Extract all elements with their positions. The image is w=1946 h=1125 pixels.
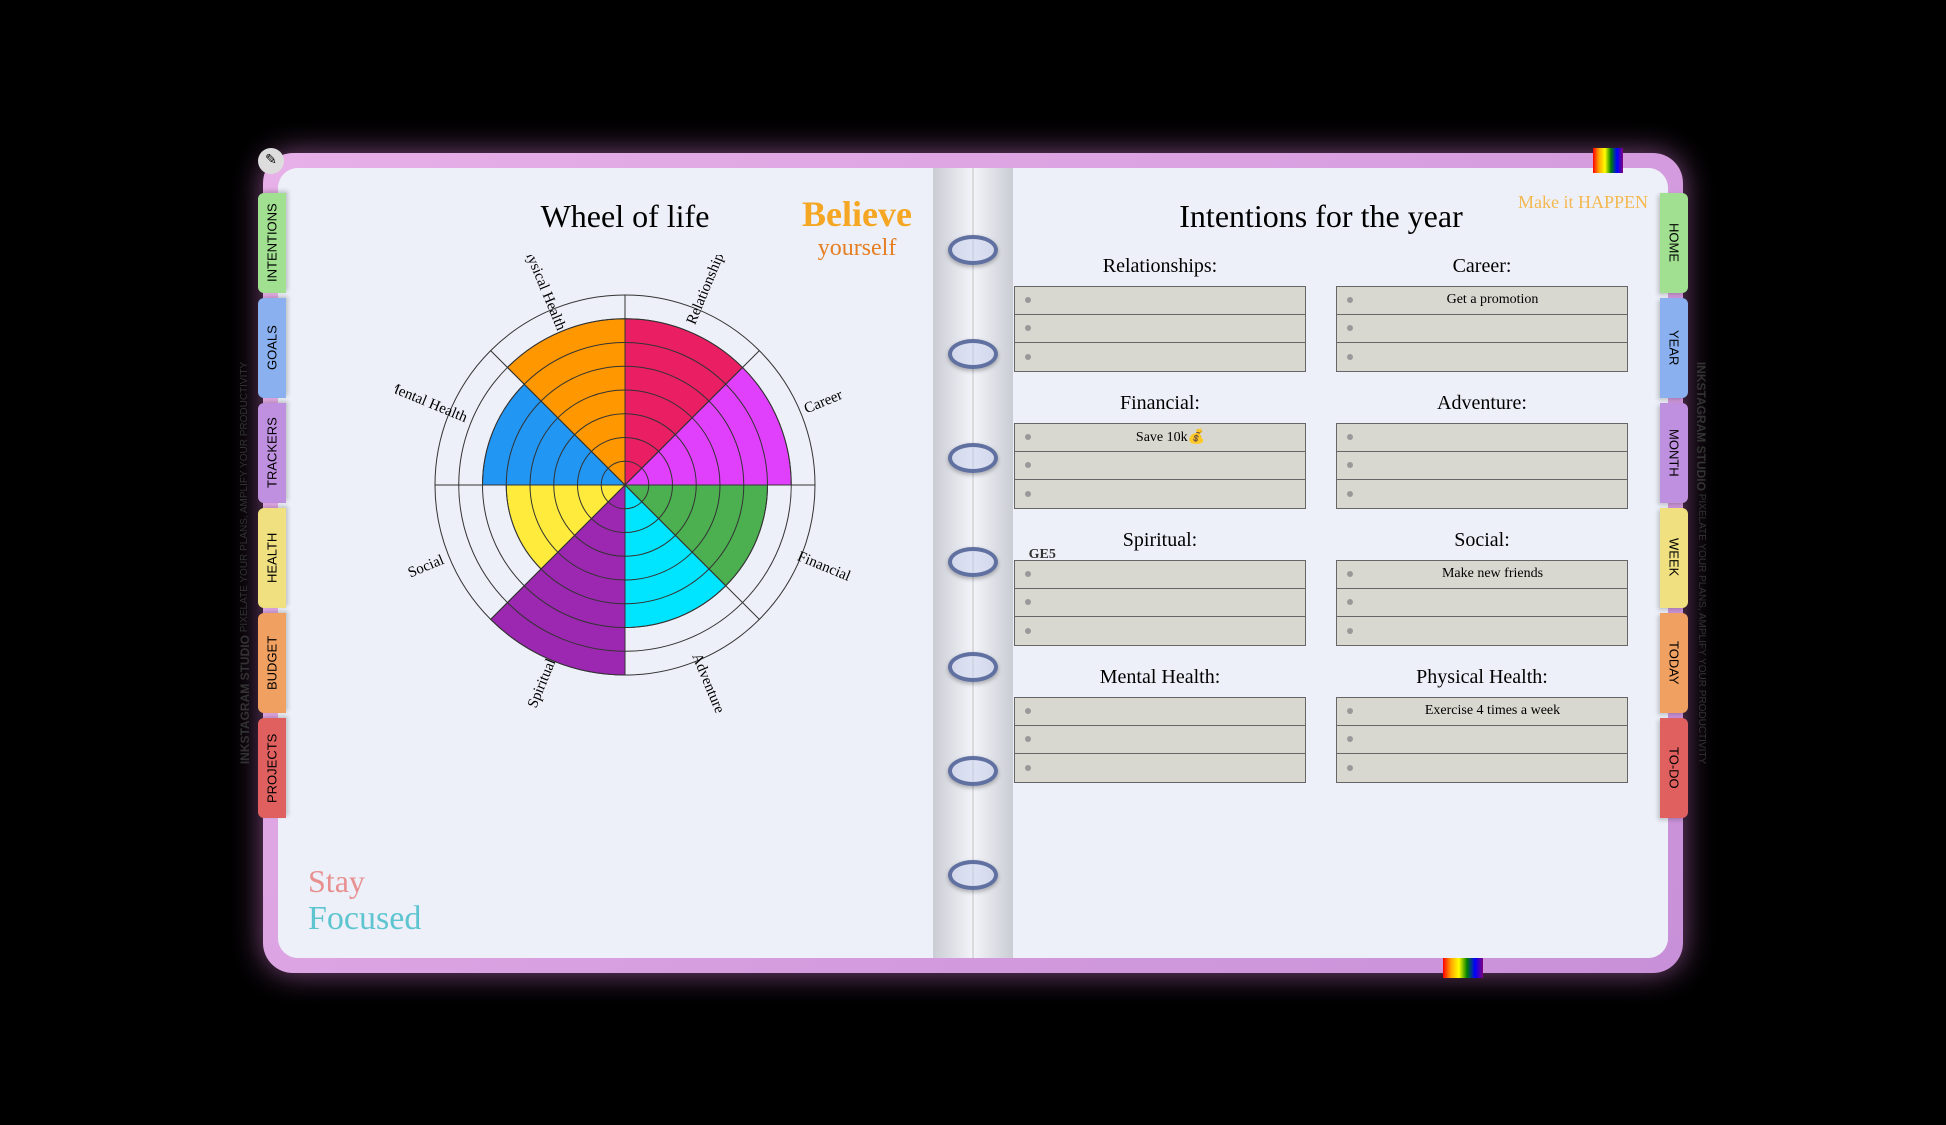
wheel-label: Adventure: [688, 651, 727, 715]
intention-block: Spiritual:: [1014, 529, 1306, 646]
intention-row[interactable]: [1015, 698, 1305, 726]
intentions-grid: Relationships: Career: Get a promotion Fina…: [1014, 255, 1628, 783]
binder-ring: [948, 652, 998, 682]
intention-row[interactable]: Get a promotion: [1337, 287, 1627, 315]
intention-box: Exercise 4 times a week: [1336, 697, 1628, 783]
intention-row[interactable]: [1337, 315, 1627, 343]
intention-section-title: Spiritual:: [1014, 529, 1306, 552]
intention-row[interactable]: [1015, 561, 1305, 589]
binder-ring: [948, 756, 998, 786]
tab-health[interactable]: HEALTH: [258, 508, 286, 608]
binder-ring: [948, 443, 998, 473]
tabs-left: INTENTIONS GOALS TRACKERS HEALTH BUDGET PROJE…: [258, 193, 286, 818]
intention-section-title: Mental Health:: [1014, 666, 1306, 689]
tab-goals[interactable]: GOALS: [258, 298, 286, 398]
intention-row[interactable]: [1337, 343, 1627, 371]
intention-row[interactable]: [1337, 452, 1627, 480]
wheel-label: Physical Health: [518, 255, 569, 333]
wheel-label: Social: [406, 552, 447, 581]
intention-section-title: Financial:: [1014, 392, 1306, 415]
page-left: Wheel of life Believe yourself Relations…: [278, 168, 973, 958]
intention-row[interactable]: [1015, 315, 1305, 343]
intention-section-title: Social:: [1336, 529, 1628, 552]
intention-row[interactable]: Exercise 4 times a week: [1337, 698, 1627, 726]
tab-week[interactable]: WEEK: [1660, 508, 1688, 608]
wheel-label: Financial: [795, 548, 853, 584]
intention-section-title: Relationships:: [1014, 255, 1306, 278]
tab-trackers[interactable]: TRACKERS: [258, 403, 286, 503]
sticker-stay-focused: Stay Focused: [308, 863, 421, 938]
tab-year[interactable]: YEAR: [1660, 298, 1688, 398]
sticker-make-it-happen: Make it HAPPEN: [1518, 193, 1648, 211]
intention-row[interactable]: [1337, 589, 1627, 617]
tab-projects[interactable]: PROJECTS: [258, 718, 286, 818]
intention-row[interactable]: Make new friends: [1337, 561, 1627, 589]
binder-ring: [948, 547, 998, 577]
wheel-label: Spiritual: [525, 656, 560, 710]
planner-container: ✎ INKSTAGRAM STUDIO PIXELATE YOUR PLANS,…: [263, 153, 1683, 973]
intention-box: [1336, 423, 1628, 509]
wheel-label: Career: [802, 387, 845, 417]
notebook: Wheel of life Believe yourself Relations…: [278, 168, 1668, 958]
intention-block: Financial: Save 10k💰: [1014, 392, 1306, 509]
intention-row[interactable]: [1015, 589, 1305, 617]
intention-block: Career: Get a promotion: [1336, 255, 1628, 372]
intention-block: Physical Health: Exercise 4 times a week: [1336, 666, 1628, 783]
tab-budget[interactable]: BUDGET: [258, 613, 286, 713]
page-right: Intentions for the year Make it HAPPEN R…: [973, 168, 1668, 958]
tab-home[interactable]: HOME: [1660, 193, 1688, 293]
edit-icon[interactable]: ✎: [258, 148, 284, 174]
intention-row[interactable]: [1337, 424, 1627, 452]
binder-ring: [948, 860, 998, 890]
watermark-right: INKSTAGRAM STUDIO PIXELATE YOUR PLANS, A…: [1694, 361, 1708, 763]
binder-ring: [948, 339, 998, 369]
intention-row[interactable]: [1015, 480, 1305, 508]
intention-row[interactable]: Save 10k💰: [1015, 424, 1305, 452]
intention-section-title: Adventure:: [1336, 392, 1628, 415]
spine-label: GE5: [1029, 547, 1056, 563]
binder-ring: [948, 235, 998, 265]
tab-to-do[interactable]: TO-DO: [1660, 718, 1688, 818]
intention-row[interactable]: [1015, 287, 1305, 315]
wheel-of-life-chart[interactable]: Relationships Career Financial Adventure Spi…: [395, 255, 855, 715]
intention-box: [1014, 286, 1306, 372]
intention-block: Relationships:: [1014, 255, 1306, 372]
bookmark-top[interactable]: [1593, 148, 1623, 173]
intention-box: Get a promotion: [1336, 286, 1628, 372]
intention-box: Save 10k💰: [1014, 423, 1306, 509]
intention-row[interactable]: [1337, 480, 1627, 508]
intention-row[interactable]: [1337, 754, 1627, 782]
intention-block: Social: Make new friends: [1336, 529, 1628, 646]
intention-box: [1014, 697, 1306, 783]
sticker-believe: Believe yourself: [802, 193, 912, 262]
wheel-label: Relationships: [684, 255, 730, 327]
tab-today[interactable]: TODAY: [1660, 613, 1688, 713]
wheel-label: Mental Health: [395, 378, 470, 426]
intention-row[interactable]: [1015, 754, 1305, 782]
intention-row[interactable]: [1015, 726, 1305, 754]
intention-row[interactable]: [1015, 452, 1305, 480]
intention-row[interactable]: [1337, 617, 1627, 645]
intention-section-title: Physical Health:: [1336, 666, 1628, 689]
tab-month[interactable]: MONTH: [1660, 403, 1688, 503]
intention-row[interactable]: [1015, 343, 1305, 371]
tabs-right: HOME YEAR MONTH WEEK TODAY TO-DO: [1660, 193, 1688, 818]
bookmark-bottom[interactable]: [1443, 958, 1483, 978]
tab-intentions[interactable]: INTENTIONS: [258, 193, 286, 293]
watermark-left: INKSTAGRAM STUDIO PIXELATE YOUR PLANS, A…: [238, 361, 252, 763]
intention-box: Make new friends: [1336, 560, 1628, 646]
binder-spine: [933, 168, 1013, 958]
intention-section-title: Career:: [1336, 255, 1628, 278]
intention-box: [1014, 560, 1306, 646]
intention-block: Adventure:: [1336, 392, 1628, 509]
intention-row[interactable]: [1015, 617, 1305, 645]
intention-block: Mental Health:: [1014, 666, 1306, 783]
intention-row[interactable]: [1337, 726, 1627, 754]
